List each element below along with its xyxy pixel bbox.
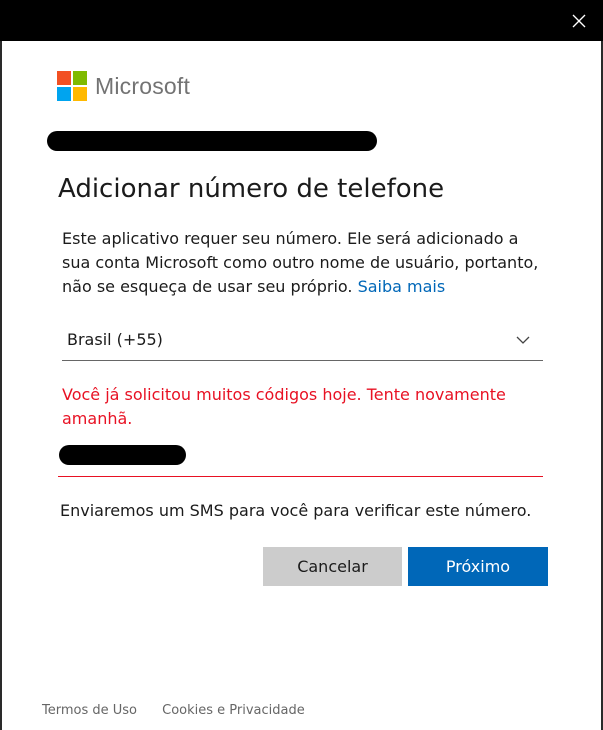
redacted-account-email <box>47 131 377 151</box>
cancel-button[interactable]: Cancelar <box>263 547 402 586</box>
brand-name: Microsoft <box>95 72 191 99</box>
redacted-phone-number <box>59 445 186 465</box>
page-title: Adicionar número de telefone <box>58 174 445 204</box>
microsoft-logo: Microsoft <box>57 71 190 101</box>
window-titlebar <box>0 0 603 41</box>
error-message: Você já solicitou muitos códigos hoje. T… <box>62 385 506 428</box>
logo-square-yellow <box>73 87 87 101</box>
logo-square-blue <box>57 87 71 101</box>
microsoft-logo-icon <box>57 71 87 101</box>
sms-notice: Enviaremos um SMS para você para verific… <box>60 501 532 520</box>
learn-more-link[interactable]: Saiba mais <box>358 277 446 296</box>
description-text: Este aplicativo requer seu número. Ele s… <box>62 227 542 299</box>
close-icon[interactable] <box>569 11 589 31</box>
country-code-select[interactable]: Brasil (+55) <box>62 322 543 361</box>
description-body: Este aplicativo requer seu número. Ele s… <box>62 229 539 296</box>
phone-number-input[interactable] <box>58 440 543 477</box>
logo-square-red <box>57 71 71 85</box>
terms-of-use-link[interactable]: Termos de Uso <box>42 703 137 718</box>
country-code-value: Brasil (+55) <box>67 330 163 349</box>
window-border-left <box>0 41 2 730</box>
chevron-down-icon <box>516 336 530 344</box>
footer: Termos de Uso Cookies e Privacidade <box>42 703 326 718</box>
logo-square-green <box>73 71 87 85</box>
next-button[interactable]: Próximo <box>408 547 548 586</box>
privacy-cookies-link[interactable]: Cookies e Privacidade <box>162 703 305 718</box>
